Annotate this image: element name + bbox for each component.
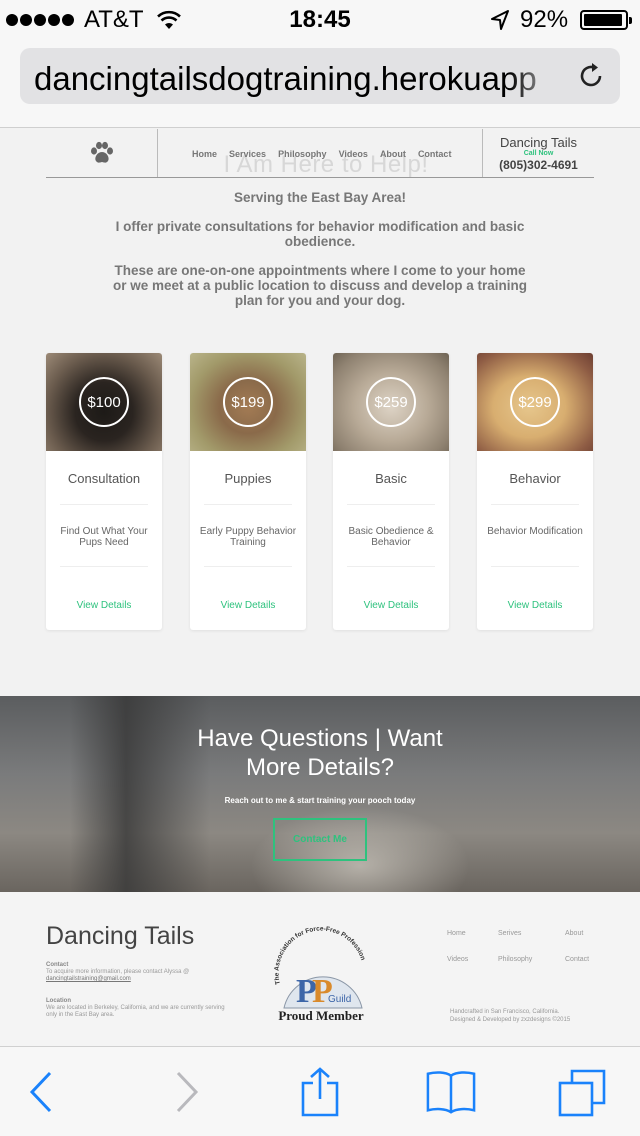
nav-services[interactable]: Services xyxy=(229,149,266,159)
site-footer: Dancing Tails Contact To acquire more in… xyxy=(0,892,640,1046)
footer-nav-home[interactable]: Home xyxy=(447,930,466,937)
divider xyxy=(60,504,148,505)
footer-nav-contact[interactable]: Contact xyxy=(565,956,589,963)
browser-toolbar xyxy=(0,1046,640,1136)
pricing-card-puppies: $199 Puppies Early Puppy Behavior Traini… xyxy=(190,353,306,630)
nav-videos[interactable]: Videos xyxy=(339,149,368,159)
footer-nav-videos[interactable]: Videos xyxy=(447,956,468,963)
status-bar: AT&T 18:45 92% xyxy=(0,0,640,40)
header-contact: Dancing Tails Call Now (805)302-4691 xyxy=(482,129,594,177)
site-header: I Am Here to Help! Home Services Philoso… xyxy=(46,129,594,178)
footer-credit: Handcrafted in San Francisco, California… xyxy=(450,1008,610,1024)
divider xyxy=(204,504,292,505)
card-description: Find Out What Your Pups Need xyxy=(60,526,148,548)
back-icon[interactable] xyxy=(18,1067,68,1117)
credit-line-2: Designed & Developed by zxzdesigns ©2015 xyxy=(450,1017,571,1023)
view-details-link[interactable]: View Details xyxy=(333,600,449,611)
intro-line-3: These are one-on-one appointments where … xyxy=(112,263,528,308)
price-badge: $199 xyxy=(223,377,273,427)
site-nav: Home Services Philosophy Videos About Co… xyxy=(192,149,451,159)
bookmarks-icon[interactable] xyxy=(426,1067,476,1117)
share-icon[interactable] xyxy=(295,1067,345,1117)
footer-contact: Contact To acquire more information, ple… xyxy=(46,962,226,983)
logo[interactable] xyxy=(46,129,158,177)
divider xyxy=(60,566,148,567)
reload-icon[interactable] xyxy=(576,61,606,91)
footer-nav-philosophy[interactable]: Philosophy xyxy=(498,956,532,963)
nav-contact[interactable]: Contact xyxy=(418,149,452,159)
phone-number[interactable]: (805)302-4691 xyxy=(483,158,594,172)
divider xyxy=(347,566,435,567)
footer-email-link[interactable]: dancingtailstraining@gmail.com xyxy=(46,976,131,982)
forward-icon[interactable] xyxy=(160,1067,210,1117)
intro-line-2: I offer private consultations for behavi… xyxy=(115,219,525,249)
browser-address-bar: dancingtailsdogtraining.herokuapp xyxy=(0,40,640,128)
cta-subtext: Reach out to me & start training your po… xyxy=(224,796,416,805)
divider xyxy=(491,566,579,567)
url-text[interactable]: dancingtailsdogtraining.herokuapp xyxy=(34,60,562,98)
header-brand: Dancing Tails xyxy=(499,135,578,150)
price-badge: $100 xyxy=(79,377,129,427)
footer-nav-about[interactable]: About xyxy=(565,930,583,937)
price-badge: $259 xyxy=(366,377,416,427)
pricing-card-consultation: $100 Consultation Find Out What Your Pup… xyxy=(46,353,162,630)
footer-location: Location We are located in Berkeley, Cal… xyxy=(46,998,226,1019)
divider xyxy=(347,504,435,505)
cta-heading: Have Questions | Want More Details? xyxy=(197,725,443,781)
credit-line-1: Handcrafted in San Francisco, California… xyxy=(450,1009,560,1015)
footer-location-text: We are located in Berkeley, California, … xyxy=(46,1005,225,1018)
badge-guild: Guild xyxy=(328,994,351,1005)
card-description: Behavior Modification xyxy=(487,526,583,537)
footer-nav-services[interactable]: Serives xyxy=(498,930,521,937)
paw-icon xyxy=(90,141,113,163)
pp-guild-badge[interactable]: The Association for Force-Free Professio… xyxy=(262,922,380,1022)
location-arrow-icon xyxy=(491,10,509,30)
nav-home[interactable]: Home xyxy=(192,149,217,159)
intro-line-1: Serving the East Bay Area! xyxy=(233,190,407,205)
divider xyxy=(204,566,292,567)
pricing-card-basic: $259 Basic Basic Obedience & Behavior Vi… xyxy=(333,353,449,630)
card-title: Basic xyxy=(375,471,407,486)
footer-contact-text: To acquire more information, please cont… xyxy=(46,969,190,975)
contact-me-button[interactable]: Contact Me xyxy=(273,818,367,861)
call-now-label[interactable]: Call Now xyxy=(483,150,594,158)
view-details-link[interactable]: View Details xyxy=(190,600,306,611)
view-details-link[interactable]: View Details xyxy=(477,600,593,611)
nav-about[interactable]: About xyxy=(380,149,406,159)
url-field[interactable]: dancingtailsdogtraining.herokuapp xyxy=(20,48,620,104)
badge-caption: Proud Member xyxy=(278,1008,364,1022)
card-description: Early Puppy Behavior Training xyxy=(199,526,297,548)
cta-banner: Have Questions | Want More Details? Reac… xyxy=(0,696,640,892)
view-details-link[interactable]: View Details xyxy=(46,600,162,611)
nav-philosophy[interactable]: Philosophy xyxy=(278,149,327,159)
battery-icon xyxy=(580,10,632,30)
footer-contact-label: Contact xyxy=(46,962,69,968)
intro-section: Serving the East Bay Area! I offer priva… xyxy=(110,190,530,322)
footer-location-label: Location xyxy=(46,998,71,1004)
card-title: Puppies xyxy=(224,471,272,486)
pricing-card-behavior: $299 Behavior Behavior Modification View… xyxy=(477,353,593,630)
card-title: Behavior xyxy=(509,471,561,486)
divider xyxy=(491,504,579,505)
footer-brand: Dancing Tails xyxy=(46,922,195,950)
card-title: Consultation xyxy=(67,471,141,486)
battery-percent: 92% xyxy=(520,6,569,33)
card-description: Basic Obedience & Behavior xyxy=(348,526,434,548)
tabs-icon[interactable] xyxy=(558,1067,608,1117)
price-badge: $299 xyxy=(510,377,560,427)
